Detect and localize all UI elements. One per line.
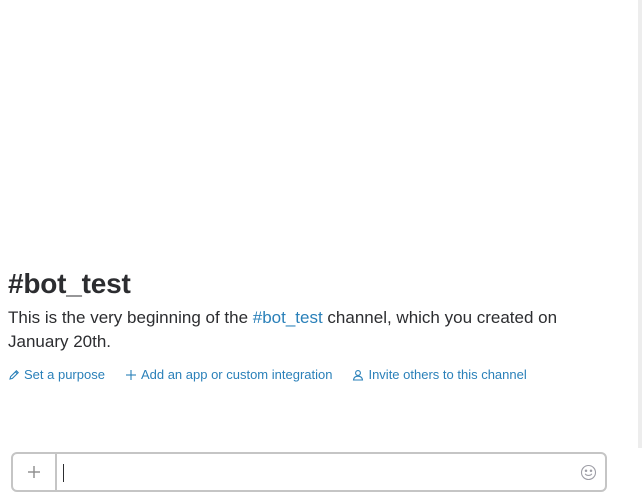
set-purpose-link[interactable]: Set a purpose (8, 366, 105, 384)
plus-icon (28, 466, 40, 478)
message-input[interactable] (57, 454, 571, 490)
channel-intro-text: This is the very beginning of the #bot_t… (8, 306, 608, 354)
add-integration-link[interactable]: Add an app or custom integration (125, 366, 333, 384)
scrollbar[interactable] (638, 0, 642, 448)
person-icon (353, 370, 364, 381)
channel-view: #bot_test This is the very beginning of … (0, 0, 642, 503)
plus-icon (125, 370, 136, 380)
set-purpose-label: Set a purpose (24, 367, 105, 382)
invite-others-label: Invite others to this channel (368, 367, 527, 382)
channel-intro: #bot_test This is the very beginning of … (8, 266, 608, 354)
channel-link[interactable]: #bot_test (253, 308, 323, 327)
smiley-icon (580, 464, 596, 480)
add-file-button[interactable] (13, 454, 57, 490)
invite-others-link[interactable]: Invite others to this channel (352, 366, 527, 384)
channel-actions: Set a purpose Add an app or custom integ… (8, 366, 547, 384)
pencil-icon (9, 370, 19, 380)
emoji-button[interactable] (571, 454, 605, 490)
text-cursor (63, 464, 64, 482)
channel-title: #bot_test (8, 268, 131, 299)
message-composer (11, 452, 607, 492)
add-integration-label: Add an app or custom integration (140, 367, 333, 382)
intro-text-start: This is the very beginning of the (8, 308, 253, 327)
